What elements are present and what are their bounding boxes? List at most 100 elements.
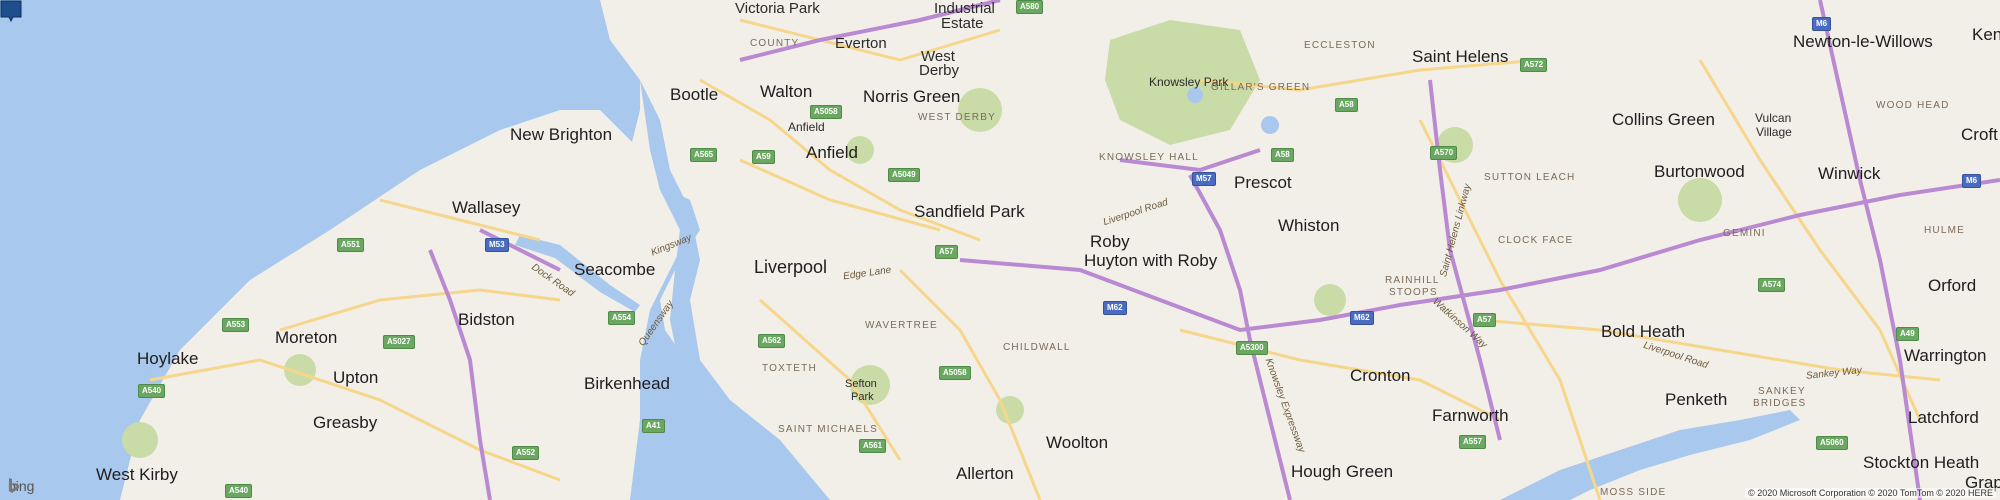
label-moreton: Moreton	[275, 328, 338, 347]
label-wood-head: WOOD HEAD	[1876, 100, 1950, 111]
label-park: Park	[851, 391, 874, 403]
label-saint-michaels: SAINT MICHAELS	[778, 424, 878, 435]
label-hough-green: Hough Green	[1291, 462, 1394, 481]
label-allerton: Allerton	[956, 464, 1014, 483]
label-gillars-green: GILLAR'S GREEN	[1211, 82, 1311, 93]
label-bold-heath: Bold Heath	[1601, 322, 1686, 341]
label-stockton-heath: Stockton Heath	[1863, 453, 1980, 472]
shield-a574: A574	[1758, 278, 1786, 292]
shield-a561: A561	[859, 439, 887, 453]
label-farnworth: Farnworth	[1432, 406, 1509, 425]
shield-a5058: A5058	[810, 105, 842, 119]
label-collins-green: Collins Green	[1612, 110, 1715, 129]
label-estate: Estate	[941, 15, 984, 32]
label-derby: Derby	[919, 62, 960, 79]
label-sefton: Sefton	[845, 378, 877, 390]
shield-a57b: A57	[1473, 313, 1496, 327]
shield-a551: A551	[337, 238, 365, 252]
label-wallasey: Wallasey	[452, 198, 521, 217]
shield-a540b: A540	[225, 484, 253, 498]
label-hulme: HULME	[1924, 225, 1966, 236]
shield-a5058b: A5058	[939, 366, 971, 380]
label-walton: Walton	[760, 82, 813, 101]
shield-a562: A562	[758, 334, 786, 348]
label-eccleston: ECCLESTON	[1304, 40, 1376, 51]
shield-a58: A58	[1271, 148, 1294, 162]
park-6	[1678, 178, 1722, 222]
label-gemini: GEMINI	[1723, 228, 1766, 239]
park-9	[122, 422, 158, 458]
label-burtonwood: Burtonwood	[1654, 162, 1745, 181]
lake	[1187, 87, 1203, 103]
label-upton: Upton	[333, 368, 379, 387]
bing-b-icon	[9, 478, 19, 493]
shield-m6b: M6	[1962, 174, 1982, 188]
shield-m62b: M62	[1350, 311, 1374, 325]
label-bidston: Bidston	[458, 310, 515, 329]
map-view[interactable]: Victoria Park Industrial Estate COUNTY E…	[0, 0, 2000, 500]
label-whiston: Whiston	[1278, 216, 1340, 235]
label-kenyon: Kenyor	[1972, 25, 2000, 44]
park-7	[1314, 284, 1346, 316]
label-anfield: Anfield	[806, 143, 858, 162]
label-newton-le-willows: Newton-le-Willows	[1793, 32, 1933, 51]
label-liverpool: Liverpool	[754, 257, 828, 277]
label-huyton: Huyton with Roby	[1084, 251, 1218, 270]
bing-logo[interactable]: bing	[8, 478, 34, 494]
label-croft: Croft	[1961, 125, 1998, 144]
label-latchford: Latchford	[1908, 408, 1979, 427]
label-woolton: Woolton	[1046, 433, 1109, 452]
label-bridges: BRIDGES	[1753, 398, 1807, 409]
label-winwick: Winwick	[1818, 164, 1881, 183]
label-west-derby: WEST DERBY	[918, 112, 996, 123]
park-1	[958, 88, 1002, 132]
shield-m6: M6	[1812, 17, 1832, 31]
shield-a552: A552	[512, 446, 540, 460]
shield-a572: A572	[1520, 58, 1548, 72]
shield-a49: A49	[1896, 327, 1919, 341]
shield-a540: A540	[138, 384, 166, 398]
label-rainhill: RAINHILL	[1385, 275, 1440, 286]
shield-a59: A59	[752, 150, 775, 164]
label-village: Village	[1756, 125, 1792, 139]
shield-m57: M57	[1192, 172, 1216, 186]
label-greasby: Greasby	[313, 413, 378, 432]
shield-a565: A565	[690, 148, 718, 162]
label-sankey: SANKEY	[1758, 386, 1806, 397]
label-new-brighton: New Brighton	[510, 125, 613, 144]
shield-a554: A554	[608, 311, 636, 325]
label-vulcan: Vulcan	[1755, 111, 1792, 125]
shield-a5060: A5060	[1816, 436, 1848, 450]
label-sutton-leach: SUTTON LEACH	[1484, 172, 1576, 183]
label-wavertree: WAVERTREE	[865, 320, 938, 331]
shield-a5027: A5027	[383, 335, 415, 349]
shield-a41: A41	[642, 419, 665, 433]
shield-a5049: A5049	[888, 168, 920, 182]
label-bootle: Bootle	[670, 85, 719, 104]
label-norris-green: Norris Green	[863, 87, 961, 106]
shield-m62: M62	[1103, 301, 1127, 315]
shield-a5300: A5300	[1236, 341, 1268, 355]
shield-a58b: A58	[1335, 98, 1358, 112]
label-clock-face: CLOCK FACE	[1498, 235, 1574, 246]
shield-a57: A57	[935, 245, 958, 259]
label-warrington: Warrington	[1904, 346, 1987, 365]
label-hoylake: Hoylake	[137, 349, 199, 368]
label-toxteth: TOXTETH	[762, 363, 817, 374]
label-seacombe: Seacombe	[574, 260, 656, 279]
label-penketh: Penketh	[1665, 390, 1728, 409]
label-saint-helens: Saint Helens	[1412, 47, 1509, 66]
label-roby: Roby	[1090, 232, 1130, 251]
label-victoria-park: Victoria Park	[735, 0, 820, 17]
location-pin-icon[interactable]	[0, 0, 22, 22]
label-sandfield-park: Sandfield Park	[914, 202, 1025, 221]
label-county: COUNTY	[750, 38, 800, 49]
label-everton: Everton	[835, 35, 887, 52]
label-cronton: Cronton	[1350, 366, 1411, 385]
label-moss-side: MOSS SIDE	[1600, 487, 1667, 498]
map-base-layer	[0, 0, 2000, 500]
copyright-text: © 2020 Microsoft Corporation © 2020 TomT…	[1745, 488, 1996, 498]
label-anfield-small: Anfield	[788, 120, 825, 134]
label-west-kirby: West Kirby	[96, 465, 178, 484]
label-prescot: Prescot	[1234, 173, 1292, 192]
